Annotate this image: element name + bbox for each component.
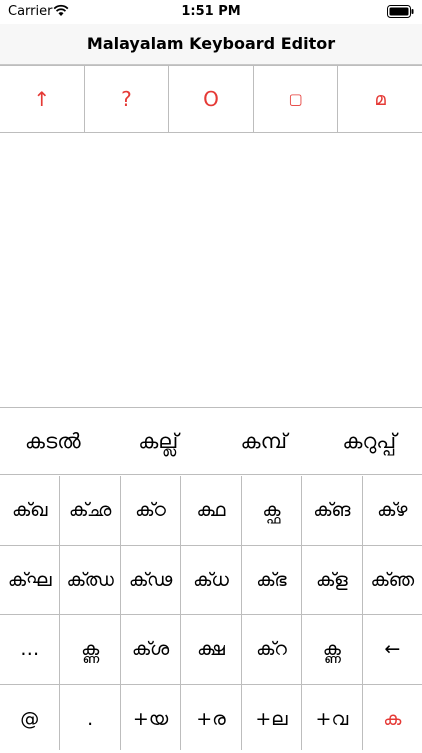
key[interactable]: ക്ഘ bbox=[0, 546, 59, 615]
text-editor[interactable] bbox=[0, 134, 422, 406]
key[interactable]: ക്ഛ bbox=[60, 476, 119, 545]
key[interactable]: +വ bbox=[302, 685, 361, 753]
period-key[interactable]: . bbox=[60, 685, 119, 753]
help-button[interactable]: ? bbox=[85, 66, 170, 132]
key[interactable]: ക്റ bbox=[242, 615, 301, 684]
key[interactable]: ക്ഢ bbox=[121, 546, 180, 615]
keyboard: ക്ഖ ക്ഛ ക്ഠ ക്ഥ ക്ഫ ക്ങ ക്ഴ ക്ഘ ക്ഝ ക്ഢ … bbox=[0, 476, 422, 750]
more-key[interactable]: … bbox=[0, 615, 59, 684]
suggestion-item[interactable]: കമ്പ് bbox=[211, 429, 317, 454]
layout-switch-key[interactable]: ക bbox=[363, 685, 422, 753]
key[interactable]: ക്ഖ bbox=[0, 476, 59, 545]
key[interactable]: ക്ഞ bbox=[363, 546, 422, 615]
circle-button[interactable]: O bbox=[169, 66, 254, 132]
status-time: 1:51 PM bbox=[0, 4, 422, 19]
key[interactable]: ക്ഴ bbox=[363, 476, 422, 545]
key[interactable]: ക്ള bbox=[302, 546, 361, 615]
shift-button[interactable]: ↑ bbox=[0, 66, 85, 132]
at-key[interactable]: @ bbox=[0, 685, 59, 753]
suggestion-item[interactable]: കല്ല് bbox=[106, 429, 212, 454]
status-bar: Carrier 1:51 PM bbox=[0, 0, 422, 24]
toolbar: ↑ ? O ▢ മ bbox=[0, 65, 422, 133]
key[interactable]: ക്ഝ bbox=[60, 546, 119, 615]
page-title: Malayalam Keyboard Editor bbox=[0, 34, 422, 53]
rect-button[interactable]: ▢ bbox=[254, 66, 339, 132]
key[interactable]: ക്ഭ bbox=[242, 546, 301, 615]
key[interactable]: ക്ണ bbox=[302, 615, 361, 684]
battery-icon bbox=[387, 5, 414, 18]
suggestion-item[interactable]: കടൽ bbox=[0, 429, 106, 454]
navigation-bar: Malayalam Keyboard Editor bbox=[0, 24, 422, 65]
key[interactable]: ക്ങ bbox=[302, 476, 361, 545]
key[interactable]: +യ bbox=[121, 685, 180, 753]
suggestion-item[interactable]: കറുപ്പ് bbox=[317, 429, 422, 454]
suggestion-bar: കടൽ കല്ല് കമ്പ് കറുപ്പ് bbox=[0, 407, 422, 475]
key[interactable]: ക്ശ bbox=[121, 615, 180, 684]
key[interactable]: ക്ഫ bbox=[242, 476, 301, 545]
key[interactable]: ക്ഠ bbox=[121, 476, 180, 545]
key[interactable]: ക്ധ bbox=[181, 546, 240, 615]
key[interactable]: +ല bbox=[242, 685, 301, 753]
malayalam-button[interactable]: മ bbox=[338, 66, 422, 132]
key[interactable]: ക്ണ bbox=[60, 615, 119, 684]
key[interactable]: ക്ഥ bbox=[181, 476, 240, 545]
backspace-key[interactable]: ← bbox=[363, 615, 422, 684]
key[interactable]: +ര bbox=[181, 685, 240, 753]
key[interactable]: ക്ഷ bbox=[181, 615, 240, 684]
